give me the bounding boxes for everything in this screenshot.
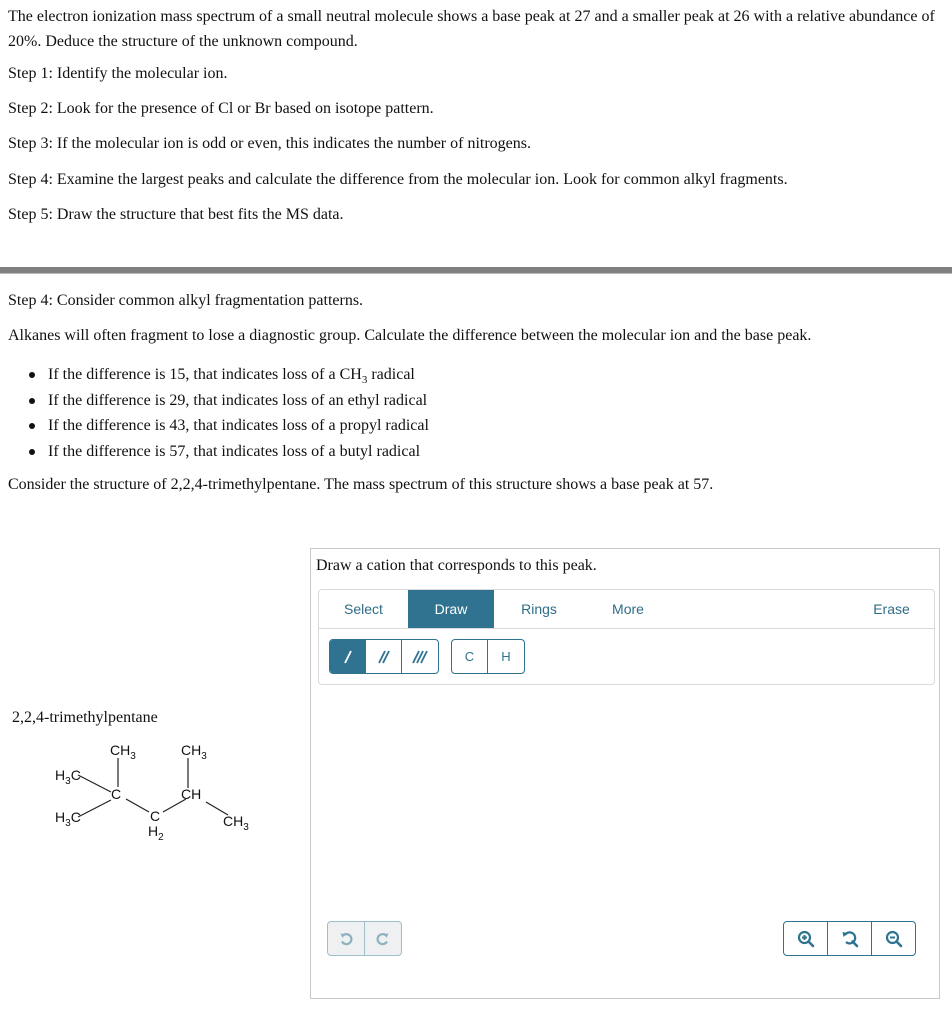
reset-zoom-button[interactable] (828, 922, 872, 955)
molecule-drawing-widget: Draw a cation that corresponds to this p… (310, 548, 940, 999)
tab-draw[interactable]: Draw (408, 590, 494, 628)
step-5: Step 5: Draw the structure that best fit… (8, 206, 344, 223)
step-4: Step 4: Examine the largest peaks and ca… (8, 171, 788, 188)
zoom-controls (783, 921, 916, 956)
redo-icon (376, 932, 389, 945)
step-2: Step 2: Look for the presence of Cl or B… (8, 100, 434, 117)
history-buttons (327, 921, 402, 956)
tab-more[interactable]: More (584, 590, 672, 628)
hydrogen-atom-button[interactable]: H (488, 640, 524, 673)
erase-button[interactable]: Erase (849, 590, 934, 628)
tab-select[interactable]: Select (319, 590, 408, 628)
tool-tabs: Select Draw Rings More Erase (319, 590, 934, 629)
widget-prompt: Draw a cation that corresponds to this p… (316, 557, 597, 574)
hint-intro: Alkanes will often fragment to lose a di… (8, 327, 812, 344)
undo-icon (340, 932, 353, 945)
list-item: If the difference is 57, that indicates … (29, 439, 429, 465)
atom-label: C (111, 786, 121, 802)
reset-zoom-icon (842, 930, 858, 947)
bond (125, 798, 150, 813)
atom-buttons: C H (451, 639, 525, 674)
atom-label: H3C (55, 767, 81, 787)
single-bond-icon (343, 650, 352, 663)
atom-label: H2 (148, 823, 164, 843)
bond-buttons (329, 639, 439, 674)
zoom-out-button[interactable] (872, 922, 915, 955)
atom-label: CH3 (223, 813, 249, 833)
redo-button[interactable] (365, 922, 401, 955)
zoom-in-icon (797, 930, 814, 947)
step-3: Step 3: If the molecular ion is odd or e… (8, 135, 531, 152)
double-bond-button[interactable] (366, 640, 402, 673)
consider-text: Consider the structure of 2,2,4-trimethy… (8, 476, 714, 493)
double-bond-icon (377, 650, 390, 663)
fragment-list: If the difference is 15, that indicates … (0, 362, 429, 464)
list-item: If the difference is 43, that indicates … (29, 413, 429, 439)
zoom-out-icon (885, 930, 902, 947)
question-text: The electron ionization mass spectrum of… (8, 8, 935, 50)
tab-rings[interactable]: Rings (494, 590, 584, 628)
bond (77, 799, 112, 818)
bond (77, 774, 112, 793)
list-item: If the difference is 29, that indicates … (29, 388, 429, 414)
atom-label: CH (181, 786, 201, 802)
list-item: If the difference is 15, that indicates … (29, 362, 429, 388)
atom-label: H3C (55, 809, 81, 829)
carbon-atom-button[interactable]: C (452, 640, 488, 673)
atom-label: C (150, 808, 160, 824)
atom-label: CH3 (181, 742, 207, 762)
atom-label: CH3 (110, 742, 136, 762)
triple-bond-icon (412, 650, 428, 663)
hint-heading: Step 4: Consider common alkyl fragmentat… (8, 292, 364, 309)
zoom-in-button[interactable] (784, 922, 828, 955)
section-divider (0, 267, 952, 274)
molecule-structure: CH3 CH3 H3C C CH H3C C H2 CH3 (55, 742, 249, 843)
triple-bond-button[interactable] (402, 640, 438, 673)
single-bond-button[interactable] (330, 640, 366, 673)
drawing-toolbar: Select Draw Rings More Erase C H (318, 589, 935, 685)
molecule-name: 2,2,4-trimethylpentane (12, 709, 158, 726)
step-1: Step 1: Identify the molecular ion. (8, 65, 228, 82)
undo-button[interactable] (328, 922, 365, 955)
